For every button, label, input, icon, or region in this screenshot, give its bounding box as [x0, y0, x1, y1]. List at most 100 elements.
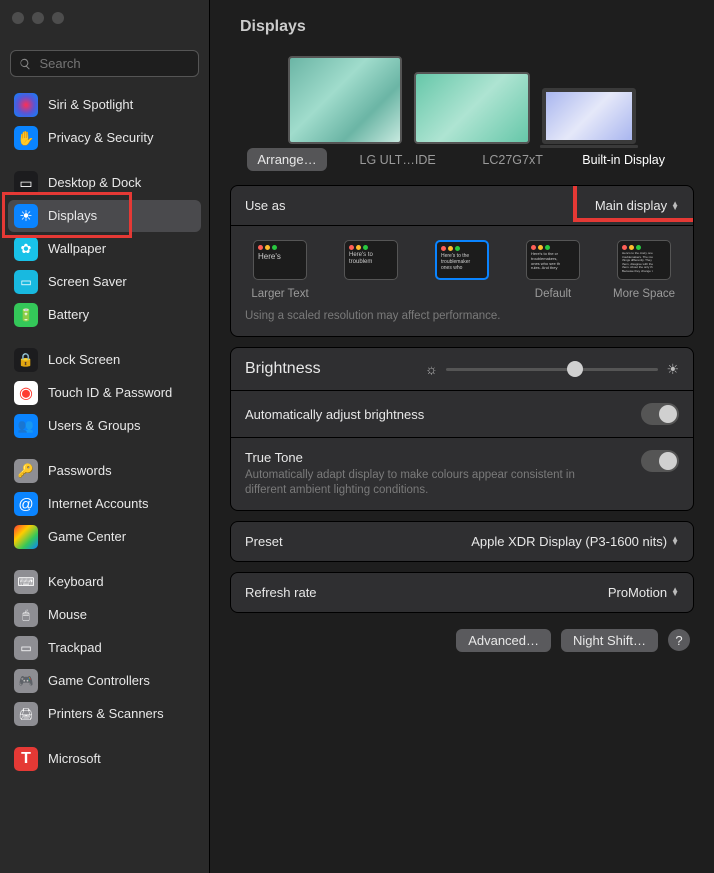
controller-icon: 🎮 [14, 669, 38, 693]
microsoft-icon: T [14, 747, 38, 771]
flower-icon: ✿ [14, 237, 38, 261]
display-arrangement [210, 56, 714, 144]
display-thumb-builtin[interactable] [542, 88, 636, 144]
search-input[interactable] [37, 55, 190, 72]
preset-value: Apple XDR Display (P3-1600 nits) [471, 534, 667, 549]
sidebar-item-label: Game Center [48, 530, 126, 545]
settings-card-use: Use as Main display ▲▼ Here's Larger Tex… [230, 185, 694, 337]
display-thumb-lg[interactable] [288, 56, 402, 144]
chevron-updown-icon: ▲▼ [671, 202, 679, 210]
sidebar-item-label: Mouse [48, 608, 87, 623]
auto-brightness-toggle[interactable] [641, 403, 679, 425]
sidebar-item-mouse[interactable]: 🖱 Mouse [8, 599, 201, 631]
window-traffic-lights[interactable] [12, 12, 64, 24]
resolution-option-more[interactable]: Here's to the crazy onetroublemakers. Th… [609, 240, 679, 300]
sidebar-item-label: Keyboard [48, 575, 104, 590]
printer-icon: 🖨 [14, 702, 38, 726]
true-tone-label: True Tone [245, 450, 585, 465]
sidebar-item-label: Game Controllers [48, 674, 150, 689]
screensaver-icon: ▭ [14, 270, 38, 294]
sidebar-item-wallpaper[interactable]: ✿ Wallpaper [8, 233, 201, 265]
users-icon: 👥 [14, 414, 38, 438]
brightness-row: Brightness ☼ ☀ [231, 348, 693, 391]
night-shift-button[interactable]: Night Shift… [561, 629, 658, 652]
footer: Advanced… Night Shift… ? [210, 623, 714, 668]
true-tone-toggle[interactable] [641, 450, 679, 472]
brightness-slider[interactable]: ☼ ☀ [425, 361, 679, 378]
preset-select[interactable]: Apple XDR Display (P3-1600 nits) ▲▼ [471, 534, 679, 549]
sidebar-item-label: Desktop & Dock [48, 176, 141, 191]
auto-brightness-row: Automatically adjust brightness [231, 391, 693, 438]
auto-brightness-label: Automatically adjust brightness [245, 407, 424, 422]
search-icon [19, 57, 31, 71]
use-as-value: Main display [595, 198, 667, 213]
dock-icon: ▭ [14, 171, 38, 195]
chevron-updown-icon: ▲▼ [671, 588, 679, 596]
refresh-value: ProMotion [608, 585, 667, 600]
sidebar-item-trackpad[interactable]: ▭ Trackpad [8, 632, 201, 664]
use-as-select[interactable]: Main display ▲▼ [595, 198, 679, 213]
sidebar-item-displays[interactable]: ☀ Displays [8, 200, 201, 232]
sidebar-item-label: Screen Saver [48, 275, 127, 290]
sidebar-item-keyboard[interactable]: ⌨ Keyboard [8, 566, 201, 598]
display-label-builtin: Built-in Display [571, 153, 677, 167]
mouse-icon: 🖱 [14, 603, 38, 627]
sidebar-item-label: Battery [48, 308, 89, 323]
display-thumb-lc27[interactable] [414, 72, 530, 144]
use-as-row: Use as Main display ▲▼ [231, 186, 693, 226]
settings-card-refresh: Refresh rate ProMotion ▲▼ [230, 572, 694, 613]
sidebar-item-printers[interactable]: 🖨 Printers & Scanners [8, 698, 201, 730]
sidebar-item-label: Privacy & Security [48, 131, 153, 146]
preset-row: Preset Apple XDR Display (P3-1600 nits) … [231, 522, 693, 561]
keyboard-icon: ⌨ [14, 570, 38, 594]
resolution-option-larger[interactable]: Here's Larger Text [245, 240, 315, 300]
sidebar-item-siri[interactable]: Siri & Spotlight [8, 89, 201, 121]
sidebar-item-touchid[interactable]: ◉ Touch ID & Password [8, 377, 201, 409]
use-as-label: Use as [245, 198, 285, 213]
search-field[interactable] [10, 50, 199, 77]
sidebar-item-desktop[interactable]: ▭ Desktop & Dock [8, 167, 201, 199]
sidebar-item-lock[interactable]: 🔒 Lock Screen [8, 344, 201, 376]
sidebar-item-gamectrl[interactable]: 🎮 Game Controllers [8, 665, 201, 697]
refresh-select[interactable]: ProMotion ▲▼ [608, 585, 679, 600]
sidebar-item-screensaver[interactable]: ▭ Screen Saver [8, 266, 201, 298]
brightness-label: Brightness [245, 360, 415, 378]
sidebar-item-label: Touch ID & Password [48, 386, 172, 401]
sidebar: Siri & Spotlight ✋ Privacy & Security ▭ … [0, 0, 210, 873]
fingerprint-icon: ◉ [14, 381, 38, 405]
sidebar-item-label: Lock Screen [48, 353, 120, 368]
sidebar-item-internet[interactable]: @ Internet Accounts [8, 488, 201, 520]
true-tone-desc: Automatically adapt display to make colo… [245, 468, 585, 498]
brightness-icon: ☀ [14, 204, 38, 228]
resolution-option-3[interactable]: Here's to thetroublemakerones who [427, 240, 497, 300]
resolution-picker: Here's Larger Text Here's totroublem Her… [231, 226, 693, 308]
help-button[interactable]: ? [668, 629, 690, 651]
resolution-note: Using a scaled resolution may affect per… [231, 308, 693, 336]
sidebar-item-label: Passwords [48, 464, 112, 479]
sidebar-item-passwords[interactable]: 🔑 Passwords [8, 455, 201, 487]
display-label-lg: LG ULT…IDE [341, 153, 455, 167]
at-icon: @ [14, 492, 38, 516]
main-content: Displays Arrange… LG ULT…IDE LC27G7xT Bu… [210, 0, 714, 873]
sidebar-item-battery[interactable]: 🔋 Battery [8, 299, 201, 331]
sidebar-item-privacy[interactable]: ✋ Privacy & Security [8, 122, 201, 154]
siri-icon [14, 93, 38, 117]
sidebar-item-gamecenter[interactable]: Game Center [8, 521, 201, 553]
true-tone-row: True Tone Automatically adapt display to… [231, 438, 693, 510]
lock-icon: 🔒 [14, 348, 38, 372]
battery-icon: 🔋 [14, 303, 38, 327]
sidebar-item-label: Wallpaper [48, 242, 106, 257]
hand-icon: ✋ [14, 126, 38, 150]
page-title: Displays [210, 0, 714, 46]
display-label-lc27: LC27G7xT [455, 153, 571, 167]
sidebar-item-label: Trackpad [48, 641, 102, 656]
resolution-option-default[interactable]: Here's to the crtroublemakers,ones who s… [518, 240, 588, 300]
sidebar-item-microsoft[interactable]: T Microsoft [8, 743, 201, 775]
sidebar-item-users[interactable]: 👥 Users & Groups [8, 410, 201, 442]
arrange-button[interactable]: Arrange… [247, 148, 326, 171]
advanced-button[interactable]: Advanced… [456, 629, 551, 652]
resolution-option-2[interactable]: Here's totroublem [336, 240, 406, 300]
sidebar-item-label: Displays [48, 209, 97, 224]
sun-large-icon: ☀ [666, 361, 679, 378]
gamecenter-icon [14, 525, 38, 549]
